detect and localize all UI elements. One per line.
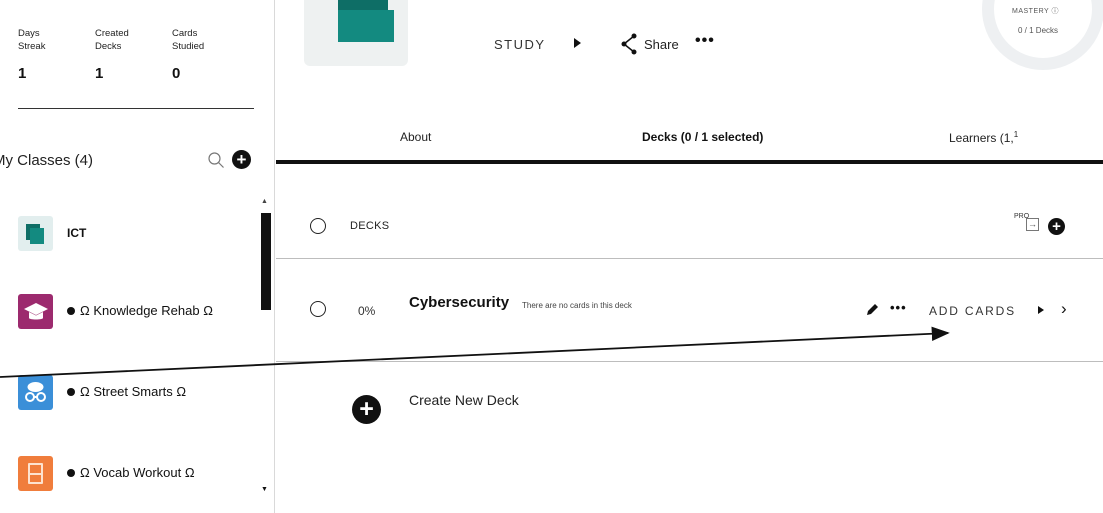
edit-pencil-icon[interactable] [864,302,880,318]
scroll-down-arrow-icon[interactable]: ▼ [261,486,268,493]
stat-label: Created Decks [95,28,129,52]
class-item-street-smarts[interactable]: Ω Street Smarts Ω [0,375,255,435]
class-name: Ω Street Smarts Ω [67,384,186,399]
graduation-cap-icon [18,294,53,329]
deck-play-icon[interactable] [1038,306,1044,314]
status-dot-icon [67,387,75,396]
tab-decks[interactable]: Decks (0 / 1 selected) [642,130,763,144]
class-name: Ω Knowledge Rehab Ω [67,303,213,318]
stat-created-decks: Created Decks 1 [95,27,165,82]
stat-days-streak: Days Streak 1 [18,27,88,82]
deck-more-options-icon[interactable]: ••• [890,300,907,315]
deck-progress: 0% [358,304,376,318]
row-divider [276,361,1103,362]
cards-icon [18,216,53,251]
class-cover-image [304,0,408,66]
deck-note: There are no cards in this deck [522,301,632,310]
sidebar-scrollbar[interactable]: ▲ ▼ [259,198,271,498]
stat-label: Cards Studied [172,28,205,52]
add-deck-button[interactable]: + [1048,218,1065,235]
import-icon: → [1026,218,1039,231]
create-deck-plus-icon[interactable]: + [352,395,381,424]
create-deck-button[interactable]: Create New Deck [409,392,519,408]
class-item-knowledge-rehab[interactable]: Ω Knowledge Rehab Ω [0,294,255,354]
row-divider [276,258,1103,259]
stat-cards-studied: Cards Studied 0 [172,27,242,82]
chevron-right-icon[interactable]: › [1061,299,1067,319]
class-name-text: Ω Street Smarts Ω [80,384,187,399]
brain-glasses-icon [18,375,53,410]
sidebar: Days Streak 1 Created Decks 1 Cards Stud… [0,0,275,513]
stat-value: 1 [18,65,27,82]
class-name: ICT [67,226,87,240]
class-name-text: Ω Vocab Workout Ω [80,465,195,480]
stat-label: Days Streak [18,28,46,52]
mastery-title: MASTERY ⓘ [1012,8,1060,15]
class-item-vocab-workout[interactable]: Ω Vocab Workout Ω [0,456,255,513]
tab-learners[interactable]: Learners (1,1 [949,130,1018,145]
main-panel: STUDY Share ••• MASTERY ⓘ 0 / 1 Decks Ab… [276,0,1103,513]
classes-header: My Classes (4) + [0,148,260,174]
add-class-button[interactable]: + [232,150,251,169]
status-dot-icon [67,306,75,315]
scroll-up-arrow-icon[interactable]: ▲ [261,198,268,205]
class-name: Ω Vocab Workout Ω [67,465,195,480]
class-item-ict[interactable]: ICT [0,216,255,276]
classes-title: My Classes (4) [0,152,94,169]
more-options-icon[interactable]: ••• [695,32,715,50]
import-deck-button[interactable]: PRO → [1014,213,1044,235]
tab-about[interactable]: About [400,130,431,144]
deck-select-radio[interactable] [310,301,326,317]
stat-value: 1 [95,65,104,82]
scroll-thumb[interactable] [261,213,271,310]
class-name-text: Ω Knowledge Rehab Ω [80,303,213,318]
status-dot-icon [67,468,75,477]
select-all-radio[interactable] [310,218,326,234]
study-button[interactable]: STUDY [494,37,546,52]
stat-value: 0 [172,65,181,82]
mastery-count: 0 / 1 Decks [1018,26,1059,35]
tab-bar: About Decks (0 / 1 selected) Learners (1… [276,120,1103,160]
play-icon[interactable] [574,38,581,48]
deck-title[interactable]: Cybersecurity [409,294,509,311]
dictionary-icon [18,456,53,491]
share-icon [621,33,637,55]
share-label: Share [644,37,679,52]
divider [18,108,254,109]
share-button[interactable]: Share [620,33,679,55]
add-cards-button[interactable]: ADD CARDS [929,304,1016,318]
search-icon[interactable] [207,151,225,169]
decks-header-label: DECKS [350,220,390,232]
tab-learners-sup: 1 [1013,130,1019,139]
tab-underline [276,160,1103,164]
tab-learners-label: Learners (1, [949,131,1014,145]
